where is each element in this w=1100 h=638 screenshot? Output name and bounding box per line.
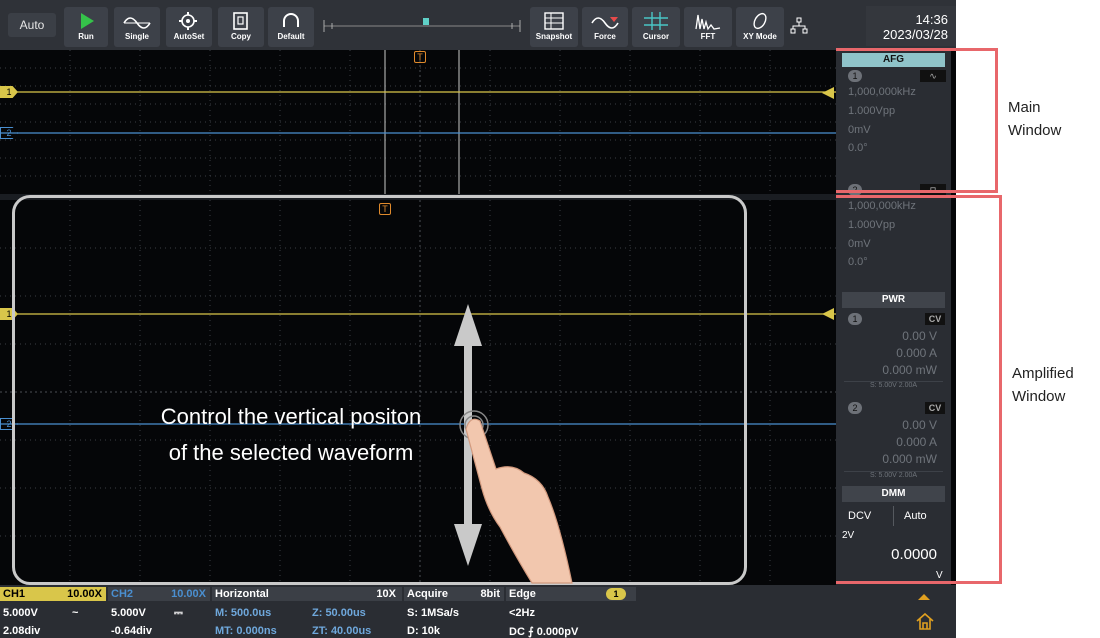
copy-label: Copy [231, 32, 251, 41]
trigger-source: 1 [606, 588, 626, 600]
main-window-label-line-2: Window [1008, 122, 1062, 139]
clock-time: 14:36 [915, 12, 948, 27]
amplified-window-label-line-1: Amplified [1012, 365, 1074, 382]
single-label: Single [124, 32, 149, 41]
trigger-level-marker-main[interactable] [822, 87, 834, 99]
horizontal-main-timebase: M: 500.0us [215, 607, 272, 619]
horizontal-zoom-trigger-time: ZT: 40.00us [312, 625, 372, 637]
home-panel [893, 585, 956, 638]
default-label: Default [277, 32, 305, 41]
amplified-window-label: Amplified Window [1012, 362, 1074, 408]
ch1-info[interactable]: CH1 10.00X 5.000V ~ 2.08div [0, 585, 106, 638]
play-icon [81, 13, 94, 29]
network-icon [790, 17, 808, 34]
ch1-header: CH1 10.00X [0, 587, 106, 601]
ch2-header: CH2 10.00X [108, 587, 210, 601]
amplified-window-bracket [836, 195, 1002, 584]
run-label: Run [78, 32, 94, 41]
instruction-text: Control the vertical positon of the sele… [96, 399, 486, 471]
clock: 14:36 2023/03/28 [866, 6, 956, 46]
acquire-depth: D: 10k [407, 625, 441, 637]
xy-mode-label: XY Mode [743, 32, 777, 41]
snapshot-label: Snapshot [535, 32, 573, 41]
trigger-marker-main[interactable]: T [414, 51, 426, 63]
horizontal-position-slider[interactable] [322, 16, 522, 36]
horizontal-zoom: 10X [376, 588, 396, 600]
ch2-coupling: ⎓ [174, 607, 183, 619]
trigger-level: DC ⨍ 0.000pV [509, 626, 579, 638]
home-icon[interactable] [915, 611, 935, 631]
horizontal-zoom-timebase: Z: 50.00us [312, 607, 366, 619]
instruction-callout [12, 195, 747, 585]
acquire-header: Acquire 8bit [404, 587, 504, 601]
acquire-info[interactable]: Acquire 8bit S: 1MSa/s D: 10k [404, 585, 504, 638]
ch2-info[interactable]: CH2 10.00X 5.000V ⎓ -0.64div [108, 585, 210, 638]
horizontal-info[interactable]: Horizontal 10X M: 500.0us Z: 50.00us MT:… [212, 585, 402, 638]
default-reset-icon [283, 13, 299, 27]
horizontal-title: Horizontal [215, 588, 269, 600]
fft-button[interactable]: FFT [684, 7, 732, 47]
copy-button[interactable]: Copy [218, 7, 264, 47]
default-button[interactable]: Default [268, 7, 314, 47]
autoset-button[interactable]: AutoSet [166, 7, 212, 47]
top-toolbar: Auto Run Single AutoSet Copy Default Sna… [0, 0, 956, 50]
single-button[interactable]: Single [114, 7, 160, 47]
autoset-gear-icon [179, 12, 197, 30]
horizontal-main-trigger-time: MT: 0.000ns [215, 625, 277, 637]
main-window-label-line-1: Main [1008, 99, 1041, 116]
trigger-mode-button[interactable]: Auto [8, 13, 56, 37]
snapshot-button[interactable]: Snapshot [530, 7, 578, 47]
main-window-bracket [836, 48, 998, 193]
instruction-line-2: of the selected waveform [168, 440, 414, 465]
ch1-name: CH1 [3, 588, 26, 600]
ch2-scale: 5.000V [111, 607, 146, 619]
chevron-up-icon[interactable] [918, 593, 930, 601]
ch1-probe: 10.00X [67, 588, 102, 600]
xy-mode-button[interactable]: XY Mode [736, 7, 784, 47]
fft-icon [695, 14, 721, 31]
snapshot-icon [544, 12, 564, 30]
cursor-icon [644, 12, 668, 30]
ch2-probe: 10.00X [171, 588, 206, 600]
cursor-label: Cursor [642, 32, 670, 41]
acquire-bits: 8bit [480, 588, 500, 600]
horizontal-header: Horizontal 10X [212, 587, 402, 601]
trigger-frequency: <2Hz [509, 607, 535, 619]
ch2-position: -0.64div [111, 625, 152, 637]
fft-label: FFT [700, 32, 716, 41]
amplified-window-label-line-2: Window [1012, 388, 1066, 405]
ch1-position: 2.08div [3, 625, 41, 637]
acquire-sample-rate: S: 1MSa/s [407, 607, 459, 619]
force-label: Force [594, 32, 616, 41]
copy-icon [233, 12, 248, 30]
force-button[interactable]: Force [582, 7, 628, 47]
main-window-label: Main Window [1008, 96, 1061, 142]
autoset-label: AutoSet [173, 32, 205, 41]
bottom-status-bar: CH1 10.00X 5.000V ~ 2.08div CH2 10.00X 5… [0, 585, 956, 638]
trigger-info[interactable]: Edge 1 <2Hz DC ⨍ 0.000pV [506, 585, 636, 638]
main-waveform-window[interactable] [0, 50, 836, 194]
instruction-line-1: Control the vertical positon [160, 404, 422, 429]
trigger-title: Edge [509, 588, 536, 600]
xy-mode-icon [753, 12, 767, 30]
cursor-button[interactable]: Cursor [632, 7, 680, 47]
force-wave-icon [591, 17, 619, 29]
ch1-coupling: ~ [72, 607, 79, 619]
run-button[interactable]: Run [64, 7, 108, 47]
single-wave-icon [123, 17, 151, 29]
ch2-name: CH2 [111, 588, 134, 600]
trigger-header: Edge 1 [506, 587, 636, 601]
acquire-title: Acquire [407, 588, 448, 600]
clock-date: 2023/03/28 [882, 27, 948, 42]
ch1-scale: 5.000V [3, 607, 38, 619]
trigger-level-marker-amplified[interactable] [822, 308, 834, 320]
